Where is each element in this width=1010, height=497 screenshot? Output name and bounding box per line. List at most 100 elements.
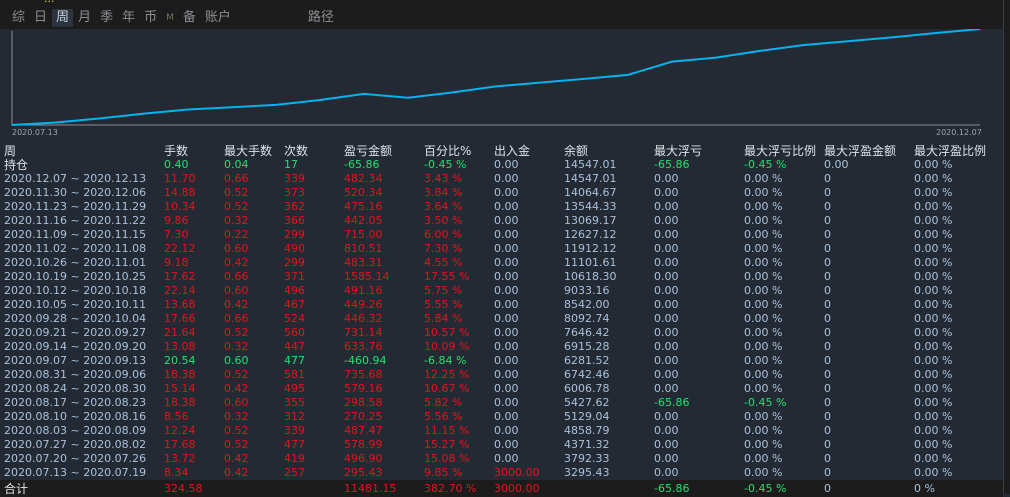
table-row[interactable]: 2020.10.12 ~ 2020.10.18 22.14 0.60 496 491.1… (0, 284, 1003, 298)
table-row[interactable]: 2020.12.07 ~ 2020.12.13 11.70 0.66 339 482.3… (0, 172, 1003, 186)
cell: 0.00 % (914, 452, 953, 465)
tab-1[interactable]: 日 (30, 9, 51, 27)
cell: 0.42 (224, 298, 249, 311)
table-row[interactable]: 2020.07.20 ~ 2020.07.26 13.72 0.42 419 496.9… (0, 452, 1003, 466)
cell: 11101.61 (564, 256, 617, 269)
column-header[interactable]: 次数 (280, 144, 340, 158)
cell: 13.72 (164, 452, 196, 465)
tab-6[interactable]: 币 (140, 9, 161, 27)
table-row[interactable]: 2020.07.13 ~ 2020.07.19 8.34 0.42 257 295.43… (0, 466, 1003, 480)
cell: 0.00 % (744, 186, 783, 199)
cell: 6915.28 (564, 340, 610, 353)
column-header[interactable]: 百分比% (420, 144, 490, 158)
column-header[interactable]: 最大浮盈比例 (910, 144, 1003, 158)
cell: 810.51 (344, 242, 383, 255)
hold-row[interactable]: 持仓 0.40 0.04 17 -65.86 -0.45 % 0.00 14547.01 -65… (0, 158, 1003, 172)
table-row[interactable]: 2020.09.07 ~ 2020.09.13 20.54 0.60 477 -460.… (0, 354, 1003, 368)
table-row[interactable]: 2020.08.17 ~ 2020.08.23 18.38 0.60 355 298.5… (0, 396, 1003, 410)
week-range: 2020.10.26 ~ 2020.11.01 (4, 256, 147, 269)
column-header[interactable]: 最大手数 (220, 144, 280, 158)
cell (220, 480, 280, 497)
cell: 312 (284, 410, 305, 423)
cell: 0.00 % (744, 228, 783, 241)
right-scrollbar[interactable] (1003, 0, 1010, 494)
cell: 0.00 % (914, 214, 953, 227)
cell: 0.00 (654, 382, 679, 395)
cell: 0.00 (494, 396, 519, 409)
cell: -65.86 (654, 158, 690, 171)
table-row[interactable]: 2020.10.05 ~ 2020.10.11 13.68 0.42 467 449.2… (0, 298, 1003, 312)
cell: 0.00 % (914, 284, 953, 297)
cell: 0.00 (654, 172, 679, 185)
cell: 0.52 (224, 200, 249, 213)
cell: 299 (284, 228, 305, 241)
table-row[interactable]: 2020.11.23 ~ 2020.11.29 10.34 0.52 362 475.1… (0, 200, 1003, 214)
table-row[interactable]: 2020.09.28 ~ 2020.10.04 17.66 0.66 524 446.3… (0, 312, 1003, 326)
week-range: 2020.11.02 ~ 2020.11.08 (4, 242, 147, 255)
tab-10[interactable]: 路径 (304, 9, 338, 27)
cell: 496 (284, 284, 305, 297)
cell: 10.34 (164, 200, 196, 213)
cell: 0.00 % (914, 256, 953, 269)
cell: 0.00 (654, 410, 679, 423)
cell: 0.00 % (744, 466, 783, 479)
table-row[interactable]: 2020.08.31 ~ 2020.09.06 18.38 0.52 581 735.6… (0, 368, 1003, 382)
week-range: 2020.11.16 ~ 2020.11.22 (4, 214, 147, 227)
tab-2[interactable]: 周 (52, 9, 74, 27)
cell: 0.00 % (744, 242, 783, 255)
cell: 0.00 % (914, 410, 953, 423)
table-row[interactable]: 2020.11.30 ~ 2020.12.06 14.88 0.52 373 520.3… (0, 186, 1003, 200)
cell: 22.14 (164, 284, 196, 297)
cell: 0.42 (224, 452, 249, 465)
cell: 17.66 (164, 312, 196, 325)
cell: 8092.74 (564, 312, 610, 325)
table-row[interactable]: 2020.07.27 ~ 2020.08.02 17.68 0.52 477 578.9… (0, 438, 1003, 452)
tab-0[interactable]: 综 (8, 9, 29, 27)
table-row[interactable]: 2020.11.16 ~ 2020.11.22 9.86 0.32 366 442.05… (0, 214, 1003, 228)
table-row[interactable]: 2020.10.19 ~ 2020.10.25 17.62 0.66 371 1585.… (0, 270, 1003, 284)
cell: 0 % (914, 481, 935, 495)
table-row[interactable]: 2020.09.14 ~ 2020.09.20 13.08 0.32 447 633.7… (0, 340, 1003, 354)
cell: 0.00 (654, 452, 679, 465)
weekly-stats-table: 周手数 最大手数 次数 盈亏金额 百分比% 出入金 余额 最大浮亏 最大浮亏比例 最大浮盈金额 最大… (0, 144, 1003, 497)
total-row[interactable]: 合计 324.58 11481.15 382.70 % 3000.00 -65.86 -0.… (0, 480, 1003, 497)
table-row[interactable]: 2020.11.02 ~ 2020.11.08 22.12 0.60 490 810.5… (0, 242, 1003, 256)
cell: 355 (284, 396, 305, 409)
column-header[interactable]: 最大浮亏比例 (740, 144, 820, 158)
cell: 0.00 (654, 284, 679, 297)
cell: 0.00 (494, 452, 519, 465)
cell: 14547.01 (564, 158, 617, 171)
table-row[interactable]: 2020.08.24 ~ 2020.08.30 15.14 0.42 495 579.1… (0, 382, 1003, 396)
cell: 1585.14 (344, 270, 390, 283)
cell: 0 (824, 354, 831, 367)
column-header[interactable]: 最大浮盈金额 (820, 144, 910, 158)
table-row[interactable]: 2020.09.21 ~ 2020.09.27 21.64 0.52 560 731.1… (0, 326, 1003, 340)
tab-5[interactable]: 年 (118, 9, 139, 27)
table-row[interactable]: 2020.11.09 ~ 2020.11.15 7.30 0.22 299 715.00… (0, 228, 1003, 242)
tab-9[interactable]: 账户 (201, 9, 235, 27)
column-header[interactable]: 出入金 (490, 144, 560, 158)
table-row[interactable]: 2020.08.10 ~ 2020.08.16 8.56 0.32 312 270.25… (0, 410, 1003, 424)
cell: 0.00 (654, 186, 679, 199)
column-header[interactable]: 盈亏金额 (340, 144, 420, 158)
tab-4[interactable]: 季 (96, 9, 117, 27)
column-header[interactable]: 周 (0, 144, 160, 158)
cell: 339 (284, 424, 305, 437)
cell: 0.00 % (914, 298, 953, 311)
tab-3[interactable]: 月 (74, 9, 95, 27)
cell: 487.47 (344, 424, 383, 437)
tab-8[interactable]: 备 (179, 9, 200, 27)
tab-7[interactable]: M (162, 9, 178, 27)
cell: 0 (824, 466, 831, 479)
table-row[interactable]: 2020.10.26 ~ 2020.11.01 9.18 0.42 299 483.31… (0, 256, 1003, 270)
table-row[interactable]: 2020.08.03 ~ 2020.08.09 12.24 0.52 339 487.4… (0, 424, 1003, 438)
cell: 715.00 (344, 228, 383, 241)
column-header[interactable]: 最大浮亏 (650, 144, 740, 158)
week-range: 2020.07.20 ~ 2020.07.26 (4, 452, 147, 465)
column-header[interactable]: 余额 (560, 144, 650, 158)
balance-point (583, 78, 585, 80)
cell: 3000.00 (494, 481, 540, 495)
chart-axes (11, 31, 980, 126)
column-header[interactable]: 手数 (160, 144, 220, 158)
cell: 0.40 (164, 158, 189, 171)
